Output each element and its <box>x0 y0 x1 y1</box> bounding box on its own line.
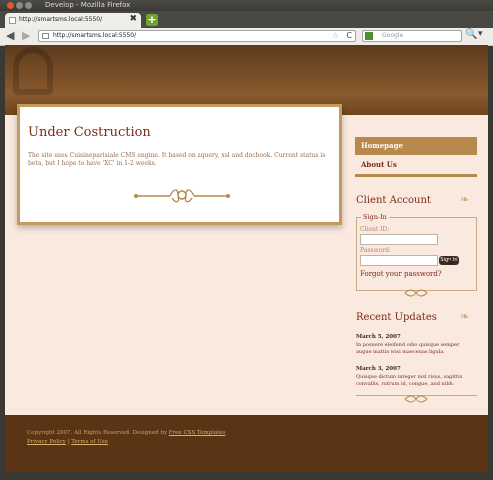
page-title: Under Costruction <box>28 125 151 140</box>
window-bottom-edge <box>0 472 493 480</box>
bookmark-star-icon[interactable]: ☆ <box>332 31 339 40</box>
small-ornament-icon <box>404 289 428 297</box>
page-icon <box>9 17 16 24</box>
forward-button[interactable]: ▶ <box>22 29 30 42</box>
designer-link[interactable]: Free CSS Templates <box>169 430 226 436</box>
forgot-password-link[interactable]: Forgot your password? <box>360 270 442 278</box>
navigation-toolbar: ◀ ▶ http://smartsms.local:5550/ ☆ C Goog… <box>0 28 493 46</box>
back-button[interactable]: ◀ <box>6 29 14 42</box>
client-id-field[interactable] <box>360 234 438 245</box>
url-bar[interactable]: http://smartsms.local:5550/ ☆ C <box>38 30 356 42</box>
search-engine-icon[interactable] <box>365 32 373 40</box>
window-titlebar: Develop - Mozilla Firefox <box>0 0 493 11</box>
search-placeholder: Google <box>382 32 404 39</box>
password-label: Password: <box>360 247 391 254</box>
update-text: In posuere eleifend odio quisque semper … <box>356 342 460 355</box>
signin-legend: Sign-In <box>361 213 389 221</box>
side-menu: Homepage About Us <box>355 137 477 177</box>
copyright-prefix: Copyright 2007. All Rights Reserved. Des… <box>27 430 169 436</box>
terms-of-use-link[interactable]: Terms of Use <box>71 439 108 445</box>
menu-item-homepage[interactable]: Homepage <box>355 137 477 155</box>
reload-icon[interactable]: C <box>346 31 352 40</box>
menu-item-about-us[interactable]: About Us <box>355 155 477 177</box>
content-text: The site uses Cuisineparisiale CMS engin… <box>28 152 326 167</box>
search-icon[interactable]: 🔍 <box>465 29 477 40</box>
mouse-cursor-icon: ➤ <box>447 258 455 268</box>
leaf-icon: ❧ <box>460 193 470 206</box>
close-window-button[interactable] <box>7 2 14 9</box>
client-account-title: Client Account <box>356 195 431 206</box>
password-field[interactable] <box>360 255 438 266</box>
copyright-text: Copyright 2007. All Rights Reserved. Des… <box>27 430 225 436</box>
web-page: Under Costruction The site uses Cuisinep… <box>5 45 488 472</box>
browser-tab[interactable]: http://smartsms.local:5550/ ✖ <box>5 13 141 28</box>
window-controls <box>7 2 32 9</box>
minimize-window-button[interactable] <box>16 2 23 9</box>
tab-strip: http://smartsms.local:5550/ ✖ + <box>0 11 493 28</box>
client-id-label: Client ID: <box>360 226 390 233</box>
page-icon <box>42 33 49 39</box>
site-footer: Copyright 2007. All Rights Reserved. Des… <box>5 415 488 472</box>
privacy-policy-link[interactable]: Privacy Policy <box>27 439 66 445</box>
site-logo <box>13 47 53 95</box>
recent-updates-title: Recent Updates <box>356 312 437 323</box>
close-tab-icon[interactable]: ✖ <box>129 14 137 24</box>
signin-fieldset: Sign-In Client ID: Password: Sign In ➤ F… <box>356 213 477 291</box>
footer-links: Privacy Policy | Terms of Use <box>27 439 108 445</box>
new-tab-button[interactable]: + <box>146 14 158 26</box>
update-date: March 3, 2007 <box>356 366 401 372</box>
search-input[interactable]: Google <box>362 30 462 42</box>
leaf-icon: ❧ <box>460 310 470 323</box>
small-ornament-icon <box>404 395 428 403</box>
update-text: Quisque dictum integer nisl risus, sagit… <box>356 374 463 387</box>
content-box: Under Costruction The site uses Cuisinep… <box>17 104 342 225</box>
url-text: http://smartsms.local:5550/ <box>53 32 137 39</box>
update-date: March 5, 2007 <box>356 334 401 340</box>
menu-icon[interactable]: ▾ <box>478 29 483 39</box>
tab-label: http://smartsms.local:5550/ <box>19 16 103 23</box>
ornament-icon <box>134 189 230 203</box>
maximize-window-button[interactable] <box>25 2 32 9</box>
window-title: Develop - Mozilla Firefox <box>45 1 131 9</box>
